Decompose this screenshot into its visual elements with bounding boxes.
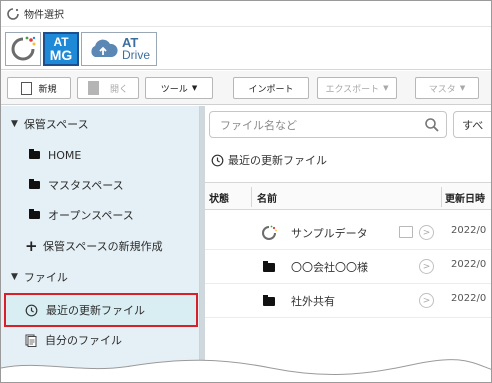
toolbar: 新規 開く ツール ▼ インポート エクスポート ▼ マスタ ▼: [1, 71, 491, 105]
row-date: 2022/0: [451, 259, 487, 270]
open-file-icon: [87, 81, 104, 95]
new-label: 新規: [38, 84, 57, 95]
search-input[interactable]: ファイル名など: [209, 111, 447, 138]
table-header: 状態 名前 更新日時: [205, 182, 491, 210]
sidebar-item-label: HOME: [48, 148, 82, 162]
app-window: 物件選択 AT MG AT Drive 新規 開く ツール ▼ インポート エク…: [0, 0, 492, 383]
product-logo-icon: [11, 36, 36, 61]
folder-icon: [29, 209, 40, 219]
row-name: 〇〇会社〇〇様: [291, 261, 368, 274]
sidebar-item-home[interactable]: HOME: [1, 141, 200, 169]
section-title: 最近の更新ファイル: [228, 154, 327, 167]
export-label: エクスポート: [325, 84, 380, 95]
row-name: 社外共有: [291, 295, 335, 308]
sidebar-item-recent-files[interactable]: 最近の更新ファイル: [1, 296, 200, 324]
my-files-icon: [25, 334, 37, 347]
search-icon[interactable]: [424, 117, 440, 133]
open-button[interactable]: 開く: [77, 77, 139, 99]
storage-header-label: 保管スペース: [23, 118, 89, 131]
recent-files-label: 最近の更新ファイル: [46, 304, 145, 317]
chevron-right-icon[interactable]: >: [419, 225, 434, 240]
clock-icon: [25, 304, 38, 316]
sidebar-item-my-files[interactable]: 自分のファイル: [1, 326, 200, 354]
new-storage-label: 保管スペースの新規作成: [43, 240, 163, 253]
product-switcher: AT MG AT Drive: [1, 28, 491, 70]
column-divider: [441, 187, 442, 207]
row-name: サンプルデータ: [291, 227, 368, 240]
app-logo-icon: [7, 7, 19, 20]
product-home-button[interactable]: [5, 32, 41, 66]
new-button[interactable]: 新規: [7, 77, 71, 99]
import-button[interactable]: インポート: [233, 77, 309, 99]
column-divider: [251, 187, 252, 207]
expand-triangle-icon: ▼: [11, 272, 18, 282]
my-files-label: 自分のファイル: [45, 334, 122, 347]
chevron-right-icon[interactable]: >: [419, 293, 434, 308]
plus-icon: +: [25, 237, 38, 255]
cloud-upload-icon: [91, 39, 118, 57]
at-drive-line2: Drive: [122, 48, 151, 62]
tool-label: ツール: [160, 84, 188, 95]
folder-icon: [263, 295, 275, 306]
row-date: 2022/0: [451, 293, 487, 304]
folder-icon: [29, 179, 40, 189]
product-at-mg-button[interactable]: AT MG: [43, 32, 79, 66]
torn-edge-decoration: [1, 359, 491, 382]
column-status[interactable]: 状態: [209, 190, 229, 205]
table-row[interactable]: サンプルデータ > 2022/0: [205, 216, 491, 250]
document-icon: [21, 81, 33, 95]
folder-icon: [263, 261, 275, 272]
master-label: マスタ: [428, 84, 456, 95]
sidebar: ▼ 保管スペース HOME マスタスペース オープンスペース + 保管スペースの…: [1, 106, 200, 382]
sidebar-new-storage[interactable]: + 保管スペースの新規作成: [1, 232, 200, 260]
window-title: 物件選択: [24, 10, 64, 21]
chevron-right-icon[interactable]: >: [419, 259, 434, 274]
files-header-label: ファイル: [23, 271, 68, 284]
folder-icon: [29, 149, 40, 159]
caret-down-icon: ▼: [459, 84, 466, 92]
sidebar-item-master-space[interactable]: マスタスペース: [1, 171, 200, 199]
column-name[interactable]: 名前: [257, 190, 277, 205]
search-placeholder: ファイル名など: [220, 118, 297, 132]
import-label: インポート: [248, 84, 294, 95]
column-updated[interactable]: 更新日時: [445, 190, 485, 205]
main-panel: ファイル名など すべ 最近の更新ファイル 状態 名前 更新日時 サンプルデータ …: [205, 106, 491, 382]
image-icon[interactable]: [399, 226, 413, 238]
sidebar-item-label: オープンスペース: [48, 209, 134, 222]
row-date: 2022/0: [451, 225, 487, 236]
master-dropdown[interactable]: マスタ ▼: [415, 77, 479, 99]
clock-icon: [211, 154, 224, 166]
caret-down-icon: ▼: [383, 84, 389, 92]
product-at-drive-button[interactable]: AT Drive: [81, 32, 157, 66]
at-mg-line2: MG: [49, 47, 73, 63]
tool-dropdown[interactable]: ツール ▼: [145, 77, 213, 99]
filter-label: すべ: [462, 118, 484, 132]
sidebar-item-label: マスタスペース: [48, 179, 124, 192]
product-logo-icon: [262, 225, 277, 240]
export-dropdown[interactable]: エクスポート ▼: [317, 77, 397, 99]
expand-triangle-icon: ▼: [11, 119, 18, 129]
table-row[interactable]: 〇〇会社〇〇様 > 2022/0: [205, 250, 491, 284]
sidebar-item-open-space[interactable]: オープンスペース: [1, 201, 200, 229]
open-label: 開く: [109, 84, 128, 95]
filter-dropdown[interactable]: すべ: [453, 111, 491, 138]
sidebar-storage-header[interactable]: ▼ 保管スペース: [1, 110, 200, 138]
title-bar: 物件選択: [1, 1, 491, 27]
section-header: 最近の更新ファイル: [211, 152, 327, 168]
table-row[interactable]: 社外共有 > 2022/0: [205, 284, 491, 318]
sidebar-files-header[interactable]: ▼ ファイル: [1, 263, 200, 291]
caret-down-icon: ▼: [191, 84, 198, 92]
